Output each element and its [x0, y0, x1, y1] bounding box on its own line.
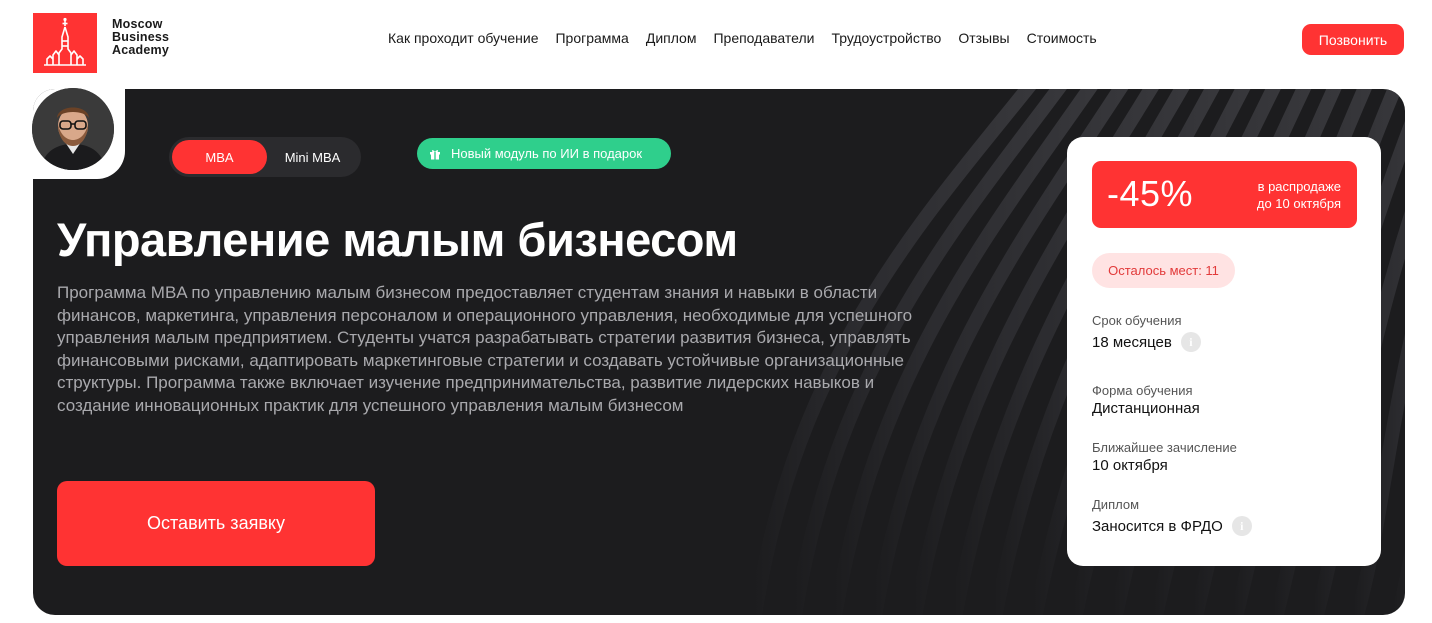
kremlin-tower-icon: [33, 13, 97, 73]
nav-price[interactable]: Стоимость: [1027, 30, 1097, 46]
info-icon[interactable]: i: [1180, 332, 1201, 352]
nav-how-it-works[interactable]: Как проходит обучение: [388, 30, 538, 46]
enrollment-value: 10 октября: [1092, 457, 1168, 474]
call-button[interactable]: Позвонить: [1302, 24, 1404, 55]
nav-diploma[interactable]: Диплом: [646, 30, 697, 46]
program-toggle: MBA Mini MBA: [169, 137, 361, 177]
nav-reviews[interactable]: Отзывы: [958, 30, 1009, 46]
duration-label: Срок обучения: [1092, 313, 1182, 328]
enrollment-block: Ближайшее зачисление 10 октября: [1092, 440, 1237, 475]
toggle-mini-mba[interactable]: Mini MBA: [267, 140, 358, 174]
duration-value-row: 18 месяцев i: [1092, 332, 1201, 352]
discount-value: -45%: [1107, 173, 1194, 214]
seats-left-badge: Осталось мест: 11: [1092, 253, 1235, 288]
discount-banner: -45% в распродаже до 10 октября: [1092, 161, 1357, 228]
toggle-mba[interactable]: MBA: [172, 140, 267, 174]
duration-block: Срок обучения 18 месяцев i: [1092, 313, 1201, 352]
nav-employment[interactable]: Трудоустройство: [831, 30, 941, 46]
site-header: Moscow Business Academy Как проходит обу…: [0, 0, 1432, 80]
teacher-avatar: [32, 88, 114, 170]
gift-icon: [430, 149, 440, 159]
page-title: Управление малым бизнесом: [57, 213, 738, 266]
study-form-value: Дистанционная: [1092, 400, 1200, 417]
enrollment-label: Ближайшее зачисление: [1092, 440, 1237, 455]
program-description: Программа MBA по управлению малым бизнес…: [57, 283, 913, 415]
academy-logo[interactable]: Moscow Business Academy: [33, 13, 169, 73]
apply-button[interactable]: Оставить заявку: [57, 481, 375, 566]
academy-name: Moscow Business Academy: [112, 18, 169, 57]
study-form-label: Форма обучения: [1092, 383, 1193, 398]
ai-module-text: Новый модуль по ИИ в подарок: [451, 146, 643, 161]
program-info-card: -45% в распродаже до 10 октября Осталось…: [1067, 137, 1381, 566]
sale-note-line: до 10 октября: [1256, 196, 1341, 211]
diploma-value-row: Заносится в ФРДО i: [1092, 516, 1252, 536]
sale-note: в распродаже до 10 октября: [1257, 178, 1341, 212]
info-icon[interactable]: i: [1231, 516, 1252, 536]
diploma-value: Заносится в ФРДО: [1092, 517, 1223, 535]
ai-module-badge[interactable]: Новый модуль по ИИ в подарок: [417, 138, 671, 169]
diploma-block: Диплом Заносится в ФРДО i: [1092, 497, 1252, 536]
main-nav: Как проходит обучение Программа Диплом П…: [388, 30, 1097, 46]
academy-name-line: Academy: [112, 43, 169, 57]
sale-note-line: в распродаже: [1257, 179, 1341, 194]
diploma-label: Диплом: [1092, 497, 1140, 512]
study-form-block: Форма обучения Дистанционная: [1092, 383, 1200, 418]
duration-value: 18 месяцев: [1092, 333, 1172, 351]
nav-teachers[interactable]: Преподаватели: [713, 30, 814, 46]
nav-program[interactable]: Программа: [555, 30, 628, 46]
